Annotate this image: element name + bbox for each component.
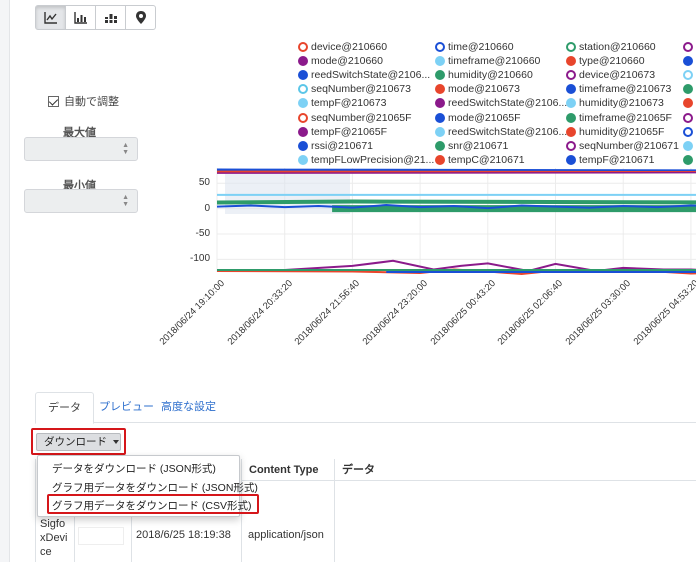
line-chart-plot (216, 168, 696, 276)
tab-bar: データ プレビュー 高度な設定 (35, 392, 696, 424)
series-line (216, 199, 696, 205)
menu-item-graph-json[interactable]: グラフ用データをダウンロード (JSON形式) (52, 480, 258, 495)
table-cell-content-type: application/json (248, 529, 324, 541)
series-line (216, 171, 696, 174)
menu-item-download-json[interactable]: データをダウンロード (JSON形式) (52, 461, 216, 476)
menu-item-highlight (47, 494, 259, 514)
column-header-content-type[interactable]: Content Type (242, 459, 335, 481)
caret-down-icon (113, 440, 119, 445)
tab-advanced-settings[interactable]: 高度な設定 (149, 392, 228, 423)
tab-data[interactable]: データ (35, 392, 94, 424)
column-header-data[interactable]: データ (335, 459, 696, 481)
redacted-cell (78, 527, 124, 545)
table-cell-timestamp: 2018/6/25 18:19:38 (136, 529, 231, 541)
download-highlight: ダウンロード (31, 428, 126, 455)
download-dropdown-button[interactable]: ダウンロード (36, 433, 121, 451)
table-cell-device: Sigfo xDevi ce (40, 518, 68, 558)
download-menu: データをダウンロード (JSON形式) グラフ用データをダウンロード (JSON… (37, 455, 259, 517)
